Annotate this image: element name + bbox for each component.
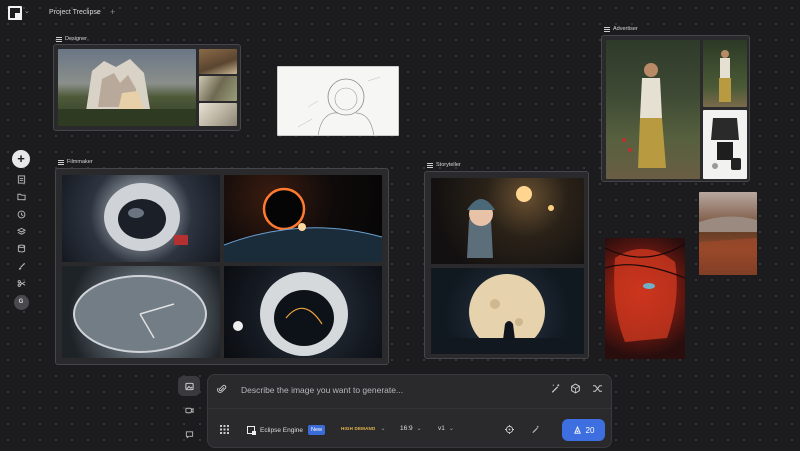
chevron-down-icon: ⌄ — [448, 426, 454, 432]
magic-wand-icon[interactable] — [550, 383, 561, 394]
designer-thumb-sketch-image[interactable] — [199, 103, 237, 126]
chevron-down-icon: ⌄ — [380, 426, 386, 432]
designer-building-image[interactable] — [58, 49, 196, 126]
generate-count: 20 — [585, 425, 595, 435]
landscape-field-image[interactable] — [699, 192, 757, 275]
board-label-storyteller[interactable]: Storyteller — [427, 162, 461, 168]
board-title: Advertiser — [613, 26, 638, 32]
cube-icon[interactable] — [570, 383, 581, 394]
new-item-button[interactable]: + — [12, 150, 30, 168]
style-wand-icon[interactable] — [531, 425, 540, 434]
version-value: v1 — [438, 425, 445, 432]
board-label-designer[interactable]: Designer — [56, 36, 87, 42]
designer-board[interactable] — [53, 44, 241, 131]
settings-target-icon[interactable] — [505, 425, 514, 434]
high-demand-label: HIGH DEMAND — [341, 426, 376, 431]
storyteller-board[interactable] — [424, 171, 589, 359]
storyteller-moon-image[interactable] — [431, 268, 584, 354]
engine-name: Eclipse Engine — [260, 426, 303, 434]
board-grip-icon — [56, 36, 62, 42]
project-chevron-down-icon[interactable]: ⌄ — [95, 8, 101, 16]
image-mode-icon[interactable] — [178, 376, 200, 396]
attach-icon[interactable] — [217, 384, 227, 394]
shuffle-icon[interactable] — [592, 383, 603, 394]
designer-thumb-model-image[interactable] — [199, 76, 237, 101]
astronaut-sketch-image[interactable] — [277, 66, 399, 136]
media-type-switcher — [178, 376, 202, 446]
database-icon[interactable] — [14, 243, 28, 255]
board-title: Filmmaker — [67, 159, 93, 165]
board-grip-icon — [604, 26, 610, 32]
filmmaker-board[interactable] — [55, 168, 389, 365]
add-project-button[interactable]: + — [110, 7, 115, 17]
board-title: Designer — [65, 36, 88, 42]
layers-icon[interactable] — [14, 225, 28, 237]
board-grip-icon — [58, 159, 64, 165]
engine-logo-icon — [247, 426, 256, 435]
grid-icon[interactable] — [220, 425, 229, 434]
filmmaker-astronaut-helmet-image[interactable] — [224, 266, 382, 358]
chevron-down-icon: ⌄ — [416, 426, 422, 432]
generate-icon — [573, 425, 581, 434]
new-badge: New — [308, 425, 326, 435]
aspect-ratio-value: 16:9 — [400, 425, 413, 432]
board-title: Storyteller — [436, 162, 461, 168]
advertiser-model-walk-image[interactable] — [703, 40, 747, 107]
page-icon[interactable] — [14, 173, 28, 185]
aspect-ratio-selector[interactable]: 16:9 ⌄ — [400, 425, 422, 432]
designer-thumb-interior-image[interactable] — [199, 49, 237, 74]
scissors-icon[interactable] — [14, 278, 28, 290]
folder-icon[interactable] — [14, 190, 28, 202]
filmmaker-watch-image[interactable] — [62, 266, 220, 358]
video-mode-icon[interactable] — [178, 400, 200, 420]
project-name[interactable]: Project Treclipse — [49, 9, 101, 16]
prompt-divider — [208, 408, 611, 409]
red-portrait-image[interactable] — [605, 238, 685, 359]
filmmaker-eclipse-image[interactable] — [224, 175, 382, 262]
generate-button[interactable]: 20 — [562, 419, 605, 441]
board-label-filmmaker[interactable]: Filmmaker — [58, 159, 93, 165]
logo-menu-chevron-icon[interactable]: ⌄ — [24, 7, 30, 15]
clock-icon[interactable] — [14, 208, 28, 220]
user-avatar[interactable]: G — [13, 294, 29, 310]
chat-mode-icon[interactable] — [178, 424, 200, 444]
demand-indicator[interactable]: HIGH DEMAND ⌄ — [341, 425, 385, 432]
advertiser-model-forest-image[interactable] — [606, 40, 700, 179]
board-label-advertiser[interactable]: Advertiser — [604, 26, 638, 32]
filmmaker-astronaut-image[interactable] — [62, 175, 220, 262]
version-selector[interactable]: v1 ⌄ — [438, 425, 454, 432]
advertiser-outfit-flatlay-image[interactable] — [703, 110, 747, 179]
storyteller-doll-image[interactable] — [431, 178, 584, 264]
prompt-input[interactable]: Describe the image you want to generate.… — [241, 385, 403, 395]
app-logo[interactable] — [8, 6, 22, 20]
engine-selector[interactable]: Eclipse Engine New — [247, 425, 326, 435]
brush-icon[interactable] — [14, 260, 28, 272]
prompt-panel: Describe the image you want to generate.… — [207, 374, 612, 448]
advertiser-board[interactable] — [601, 35, 750, 182]
left-toolbar: + G — [11, 150, 31, 310]
board-grip-icon — [427, 162, 433, 168]
